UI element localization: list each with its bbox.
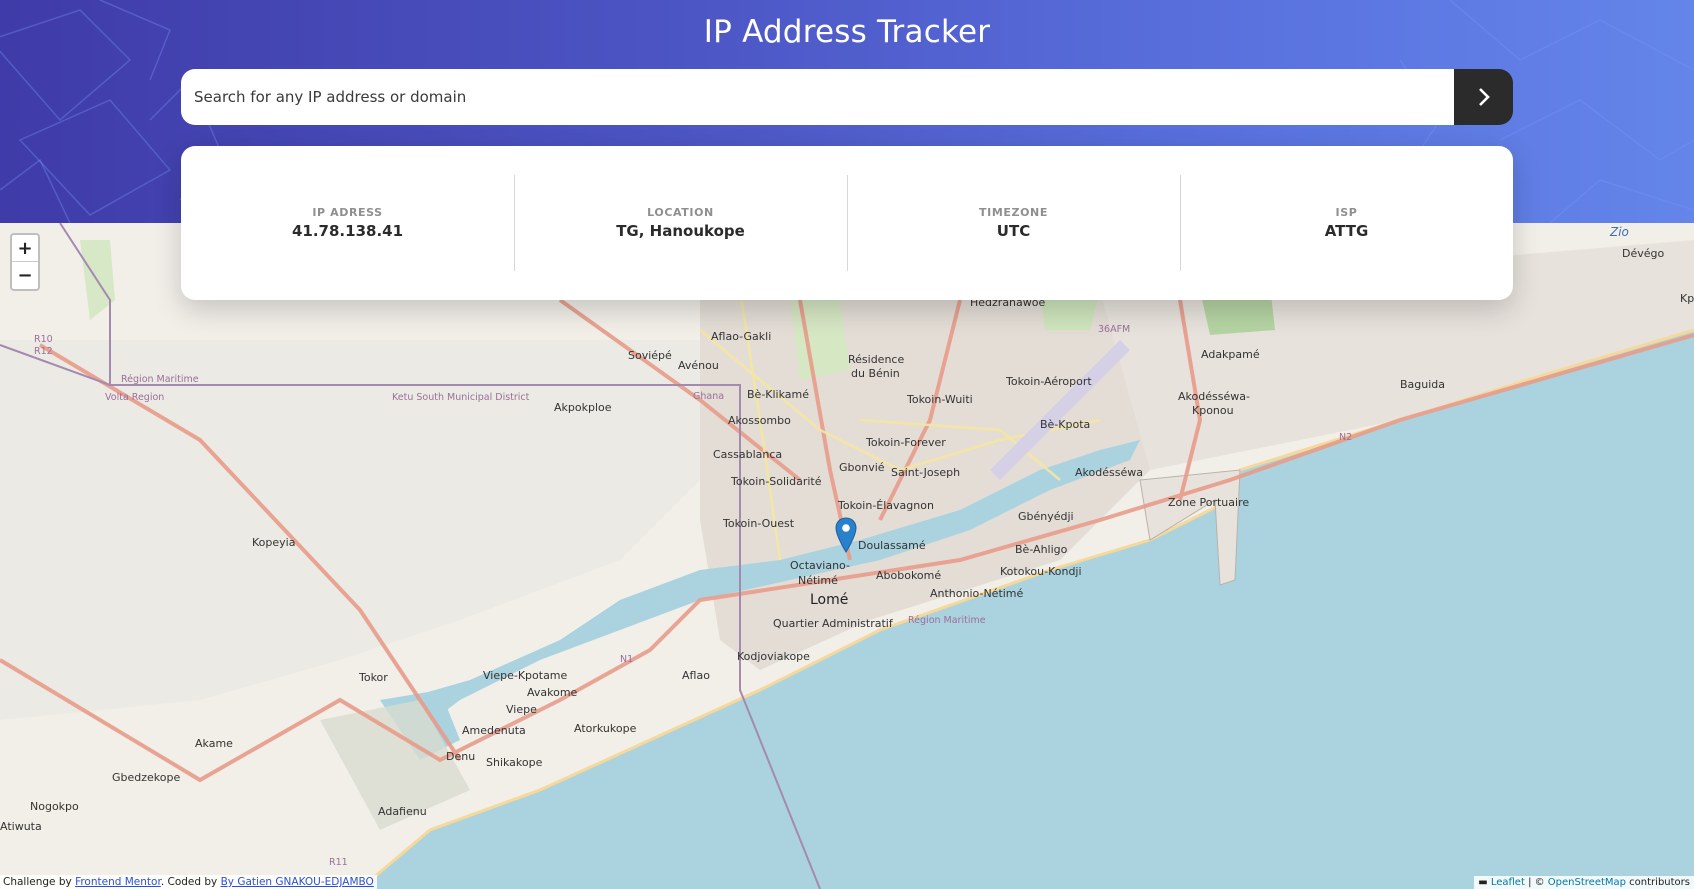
map-label: Adakpamé [1201, 348, 1260, 361]
map-label: Kotokou-Kondji [1000, 565, 1082, 578]
author-link[interactable]: By Gatien GNAKOU-EDJAMBO [221, 876, 374, 888]
info-ip-address: IP ADRESS 41.78.138.41 [181, 175, 514, 271]
attribution-text: . Coded by [160, 876, 221, 888]
chevron-right-icon [1478, 88, 1490, 106]
map-label: Shikakope [486, 756, 543, 769]
search-bar [181, 69, 1513, 125]
map-label: Octaviano- [790, 559, 850, 572]
map-label: Résidence [848, 353, 904, 366]
map-tiles: Lomé Doulassamé Tokoin-Élavagnon Tokoin-… [0, 223, 1694, 889]
map-label: N1 [620, 654, 633, 665]
leaflet-link[interactable]: Leaflet [1491, 877, 1525, 888]
map-label: Tokoin-Forever [865, 436, 946, 449]
map-label: Dévégo [1622, 247, 1664, 260]
map-label: Lomé [810, 592, 848, 608]
info-label: TIMEZONE [979, 206, 1048, 219]
map-attribution: ▬ Leaflet | © OpenStreetMap contributors [1474, 876, 1694, 889]
info-label: IP ADRESS [312, 206, 383, 219]
map-label: Région Maritime [908, 615, 986, 626]
openstreetmap-link[interactable]: OpenStreetMap [1548, 877, 1626, 888]
map-label: Région Maritime [121, 374, 199, 385]
map-label: Kp [1680, 292, 1694, 305]
info-value: TG, Hanoukope [616, 222, 745, 240]
map-label: Bè-Klikamé [747, 388, 809, 401]
map-label: Tokoin-Ouest [722, 517, 795, 530]
map-label: Gbedzekope [112, 771, 180, 784]
map-label: Tokoin-Solidarité [730, 475, 822, 488]
map-label: Saint-Joseph [891, 466, 960, 479]
map-label: Atiwuta [0, 820, 42, 833]
map-label: Baguida [1400, 378, 1445, 391]
map-label: Cassablanca [713, 448, 782, 461]
map-label: Volta Region [105, 392, 164, 403]
search-input[interactable] [181, 69, 1454, 125]
map-label: Doulassamé [858, 539, 926, 552]
map-label: Bè-Ahligo [1015, 543, 1068, 556]
map-label: Amedenuta [462, 724, 526, 737]
search-submit-button[interactable] [1454, 69, 1513, 125]
map-label: 36AFM [1098, 324, 1130, 335]
map-label: R12 [34, 346, 53, 357]
map-label: Akodésséwa [1075, 466, 1143, 479]
map-label: Viepe [506, 703, 537, 716]
zoom-out-button[interactable]: − [12, 262, 38, 289]
map-view[interactable]: Lomé Doulassamé Tokoin-Élavagnon Tokoin-… [0, 223, 1694, 889]
map-label: Avakome [527, 686, 578, 699]
map-label: Gbonvié [839, 461, 885, 474]
map-label: Kponou [1192, 404, 1234, 417]
map-label: Anthonio-Nétimé [930, 587, 1024, 600]
map-label: Nétimé [798, 574, 838, 587]
attribution-text: contributors [1626, 877, 1690, 888]
attribution-text: Challenge by [3, 876, 76, 888]
map-label: N2 [1339, 432, 1352, 443]
map-label: Bè-Kpota [1040, 418, 1090, 431]
flag-icon: ▬ [1478, 877, 1488, 888]
map-label: Quartier Administratif [773, 617, 894, 630]
map-label: Avénou [678, 359, 719, 372]
challenge-attribution: Challenge by Frontend Mentor. Coded by B… [0, 875, 377, 889]
map-label: Tokoin-Élavagnon [837, 499, 934, 512]
info-value: ATTG [1324, 222, 1369, 240]
map-label: Atorkukope [574, 722, 637, 735]
zoom-in-button[interactable]: + [12, 235, 38, 262]
map-label: Akodésséwa- [1178, 390, 1250, 403]
page-title: IP Address Tracker [703, 14, 991, 50]
ip-info-card: IP ADRESS 41.78.138.41 LOCATION TG, Hano… [181, 146, 1513, 300]
attribution-text: | © [1524, 877, 1548, 888]
map-label: Tokoin-Wuiti [906, 393, 973, 406]
map-label: Aflao-Gakli [711, 330, 771, 343]
map-label: du Bénin [851, 367, 900, 380]
info-label: ISP [1335, 206, 1358, 219]
map-label: Denu [446, 750, 475, 763]
map-label: Zone Portuaire [1168, 496, 1249, 509]
info-location: LOCATION TG, Hanoukope [514, 175, 847, 271]
map-label: Ghana [693, 391, 724, 402]
info-value: UTC [996, 222, 1031, 240]
map-label: Tokor [358, 671, 388, 684]
map-label: R11 [329, 857, 348, 868]
map-label: Soviépé [628, 349, 672, 362]
frontend-mentor-link[interactable]: Frontend Mentor [75, 876, 161, 888]
map-label: Kopeyia [252, 536, 295, 549]
map-label: Akame [195, 737, 233, 750]
map-label: Aflao [682, 669, 710, 682]
map-label: Nogokpo [30, 800, 79, 813]
map-label: Tokoin-Aéroport [1005, 375, 1092, 388]
map-label: Gbényédji [1018, 510, 1074, 523]
zoom-control: + − [10, 233, 40, 291]
map-label: R10 [34, 334, 53, 345]
map-label: Akpokploe [554, 401, 612, 414]
map-label: Viepe-Kpotame [483, 669, 568, 682]
map-label: Akossombo [728, 414, 791, 427]
info-isp: ISP ATTG [1180, 175, 1513, 271]
map-label: Zio [1609, 225, 1629, 239]
location-marker-icon[interactable] [835, 517, 857, 553]
map-label: Kodjoviakope [737, 650, 810, 663]
info-timezone: TIMEZONE UTC [847, 175, 1180, 271]
info-value: 41.78.138.41 [291, 222, 404, 240]
info-label: LOCATION [647, 206, 714, 219]
map-label: Ketu South Municipal District [392, 392, 530, 403]
map-label: Adafienu [378, 805, 427, 818]
map-label: Abobokomé [876, 569, 941, 582]
